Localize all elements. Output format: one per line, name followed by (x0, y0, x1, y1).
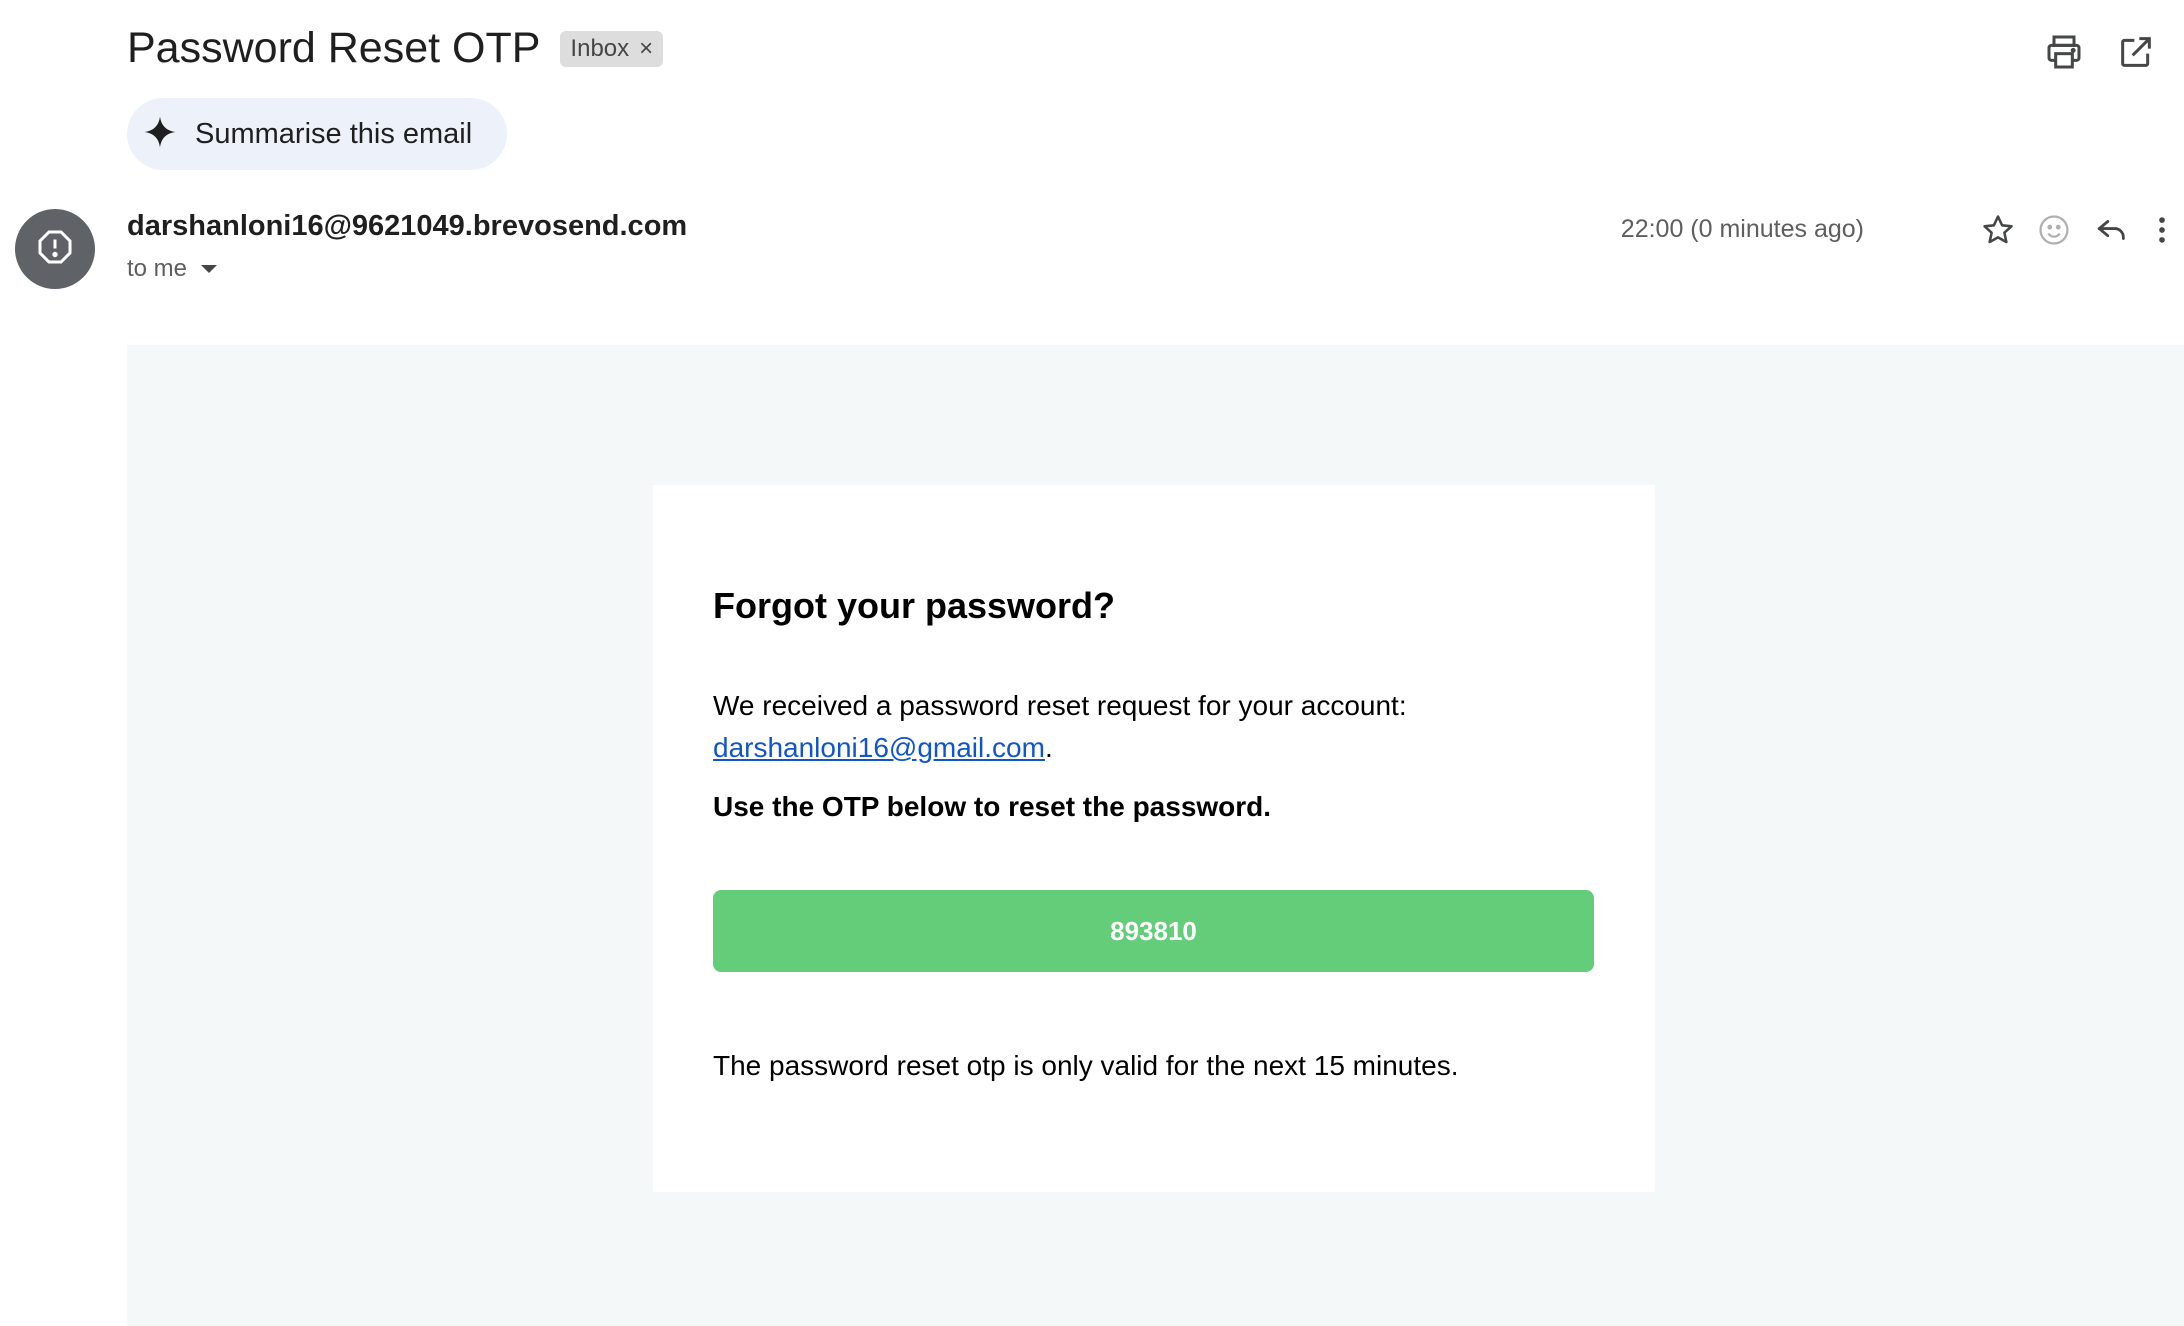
summarise-email-button[interactable]: Summarise this email (127, 98, 507, 170)
sender-address[interactable]: darshanloni16@9621049.brevosend.com (127, 210, 687, 243)
summarise-label: Summarise this email (195, 117, 473, 150)
more-vert-icon[interactable] (2140, 208, 2184, 252)
sender-avatar[interactable] (15, 209, 95, 289)
recipient-details-toggle[interactable]: to me (127, 255, 218, 283)
chevron-down-icon (201, 265, 218, 273)
subject-row: Password Reset OTP Inbox × (127, 24, 664, 73)
message-timestamp: 22:00 (0 minutes ago) (1620, 215, 1864, 243)
top-toolbar (2044, 32, 2184, 76)
recipient-label: to me (127, 255, 188, 282)
email-heading: Forgot your password? (713, 585, 1116, 626)
email-view: Password Reset OTP Inbox × Summarise thi… (0, 0, 2184, 1326)
print-icon[interactable] (2044, 32, 2084, 72)
request-paragraph: We received a password reset request for… (713, 685, 1593, 769)
validity-note: The password reset otp is only valid for… (713, 1050, 1459, 1081)
emoji-icon[interactable] (2032, 208, 2076, 252)
request-text: We received a password reset request for… (713, 690, 1407, 721)
star-icon[interactable] (1976, 208, 2020, 252)
otp-code-button[interactable]: 893810 (713, 890, 1594, 972)
otp-code: 893810 (1110, 915, 1197, 946)
inbox-label-chip[interactable]: Inbox × (560, 30, 664, 67)
open-in-new-window-icon[interactable] (2116, 32, 2156, 72)
reply-icon[interactable] (2090, 208, 2134, 252)
period-text: . (1044, 732, 1053, 763)
email-body: Forgot your password? We received a pass… (127, 345, 2184, 1326)
inbox-label-text: Inbox (570, 34, 630, 62)
otp-instruction: Use the OTP below to reset the password. (713, 791, 1272, 822)
warning-octagon-icon (37, 229, 73, 270)
account-email-link[interactable]: darshanloni16@gmail.com (713, 732, 1045, 763)
email-card: Forgot your password? We received a pass… (653, 485, 1655, 1192)
sparkle-icon (143, 115, 177, 154)
email-subject: Password Reset OTP (127, 24, 541, 72)
remove-label-icon[interactable]: × (639, 36, 653, 61)
